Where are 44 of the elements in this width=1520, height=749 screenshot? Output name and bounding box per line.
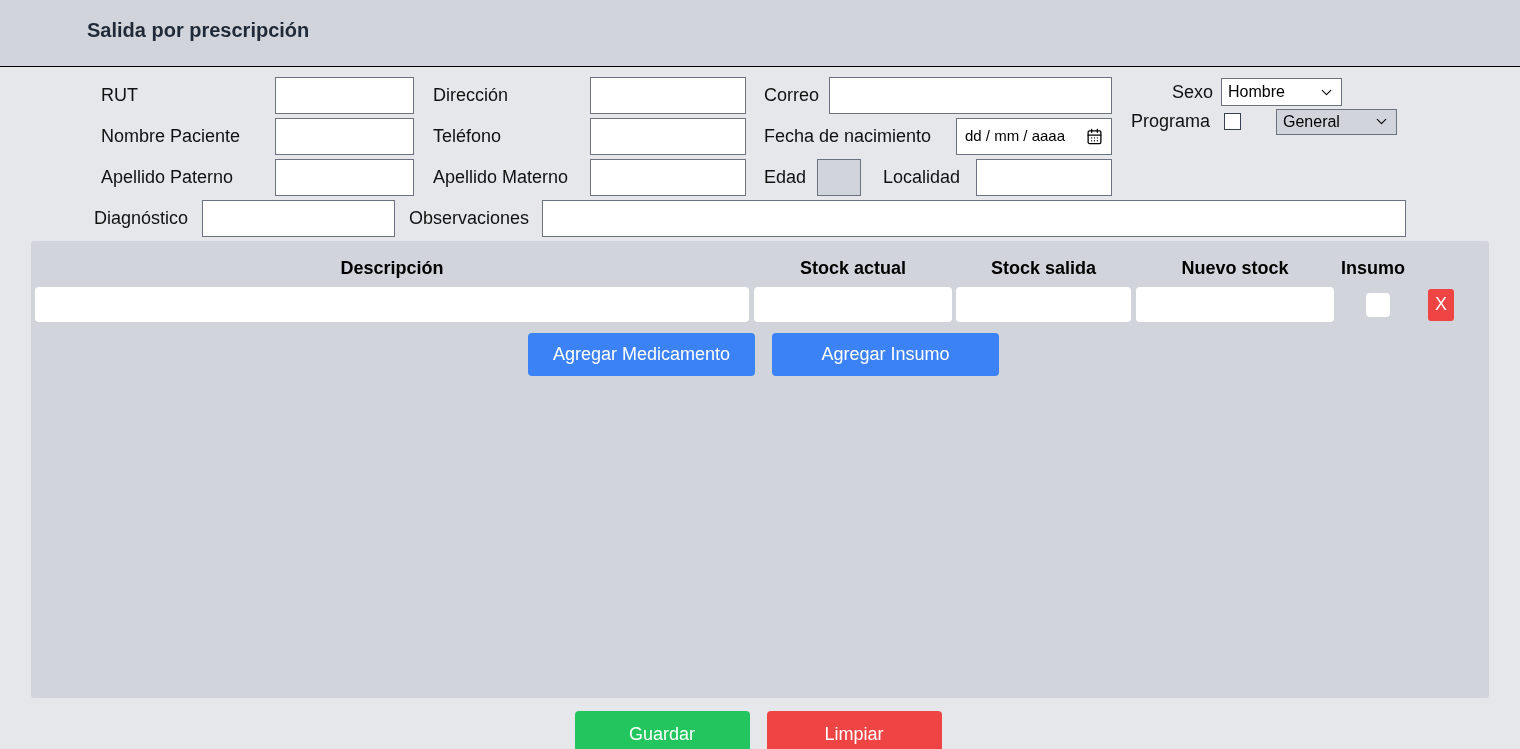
column-header: Nuevo stock (1181, 257, 1289, 280)
field-label: Correo (764, 84, 821, 107)
clear-button[interactable]: Limpiar (766, 711, 942, 749)
text-field[interactable] (590, 77, 746, 114)
column-header: Insumo (1341, 257, 1405, 280)
text-field[interactable] (275, 159, 414, 196)
column-header: Stock salida (990, 257, 1096, 280)
table-input[interactable] (35, 287, 749, 322)
add-button[interactable]: Agregar Medicamento (528, 333, 755, 376)
remove-button[interactable]: X (1428, 288, 1454, 321)
readonly-field (817, 159, 861, 196)
field-label: Edad (764, 166, 808, 189)
table-input[interactable] (754, 287, 952, 322)
date-field[interactable]: dd / mm / aaaa (956, 118, 1112, 155)
field-label: Sexo (1170, 80, 1214, 104)
text-field[interactable] (275, 77, 414, 114)
text-field[interactable] (829, 77, 1112, 114)
checkbox[interactable] (1366, 292, 1390, 317)
field-label: Observaciones (409, 207, 531, 230)
text-field[interactable] (590, 159, 746, 196)
text-field[interactable] (542, 200, 1406, 237)
column-header: Stock actual (799, 257, 906, 280)
field-label: RUT (101, 84, 139, 107)
dropdown[interactable]: Hombre (1221, 78, 1342, 106)
field-label: Localidad (883, 166, 962, 189)
field-label: Teléfono (433, 125, 503, 148)
text-field[interactable] (202, 200, 395, 237)
table-input[interactable] (956, 287, 1131, 322)
field-label: Nombre Paciente (101, 125, 242, 148)
table-input[interactable] (1136, 287, 1334, 322)
save-button[interactable]: Guardar (574, 711, 750, 749)
text-field[interactable] (275, 118, 414, 155)
field-label: Apellido Paterno (101, 166, 235, 189)
add-button[interactable]: Agregar Insumo (772, 333, 999, 376)
field-label: Fecha de nacimiento (764, 125, 933, 148)
page-title: Salida por prescripción (87, 18, 310, 43)
text-field[interactable] (590, 118, 746, 155)
field-label: Dirección (433, 84, 510, 107)
calendar-icon[interactable] (1086, 128, 1103, 145)
field-label: Apellido Materno (433, 166, 570, 189)
field-label: Diagnóstico (94, 207, 190, 230)
text-field[interactable] (976, 159, 1112, 196)
column-header: Descripción (340, 257, 444, 280)
field-label: Programa (1131, 110, 1212, 133)
